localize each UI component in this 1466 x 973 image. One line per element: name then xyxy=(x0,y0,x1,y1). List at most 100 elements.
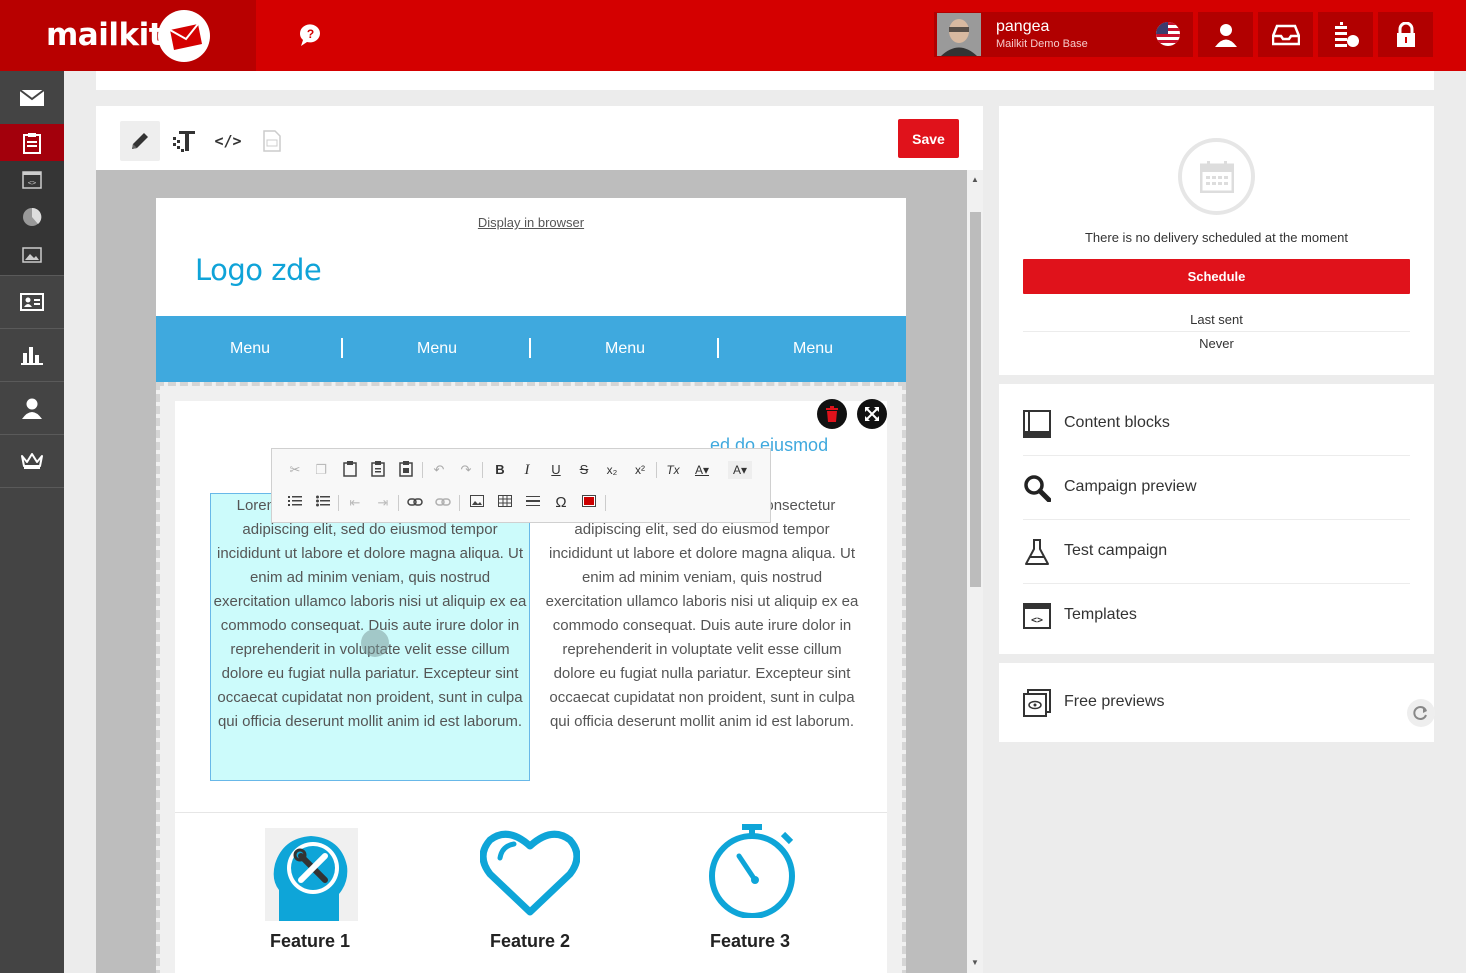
document-icon xyxy=(263,130,281,152)
feature-title: Feature 1 xyxy=(269,931,351,951)
template-icon: <> xyxy=(22,170,42,189)
template-code-icon: <> xyxy=(1023,602,1051,630)
scroll-up-icon[interactable]: ▲ xyxy=(971,175,979,184)
schedule-button[interactable]: Schedule xyxy=(1023,259,1410,294)
code-button[interactable]: </> xyxy=(208,121,248,161)
email-menu-item[interactable]: Menu xyxy=(719,340,907,358)
underline-icon[interactable]: U xyxy=(547,461,565,479)
editor-scrollbar[interactable]: ▲ ▼ xyxy=(967,170,983,973)
preview-eye-icon xyxy=(1023,689,1051,717)
rich-text-toolbar: ✂ ❐ ↶ ↷ B I U S x₂ x² Tx A▾ A▾ ⇤ ⇥ Ω xyxy=(271,448,771,523)
link-icon[interactable] xyxy=(406,494,424,512)
crown-icon xyxy=(21,453,43,469)
edit-marker-icon[interactable] xyxy=(361,629,389,657)
outdent-icon[interactable]: ⇤ xyxy=(346,494,364,512)
email-canvas: Display in browser Logo zde Menu Menu Me… xyxy=(96,170,967,973)
svg-text:<>: <> xyxy=(28,179,36,187)
user-account[interactable]: pangea Mailkit Demo Base xyxy=(934,12,1193,57)
us-flag-icon[interactable] xyxy=(1156,22,1180,46)
no-delivery-message: There is no delivery scheduled at the mo… xyxy=(1084,230,1349,245)
nav-item-statistics[interactable] xyxy=(0,329,64,381)
free-previews-panel: Free previews xyxy=(999,663,1435,742)
background-color-icon[interactable]: A▾ xyxy=(728,461,752,479)
strikethrough-icon[interactable]: S xyxy=(575,461,593,479)
display-in-browser-link[interactable]: Display in browser xyxy=(156,215,906,230)
copy-icon[interactable]: ❐ xyxy=(312,461,330,479)
help-bubble-icon[interactable]: ? xyxy=(297,21,324,48)
delete-block-button[interactable] xyxy=(817,399,847,429)
profile-button[interactable] xyxy=(1198,12,1253,57)
nav-item-editor[interactable] xyxy=(0,124,64,161)
nav-item-images[interactable] xyxy=(0,235,64,275)
numbered-list-icon[interactable] xyxy=(286,494,304,512)
billing-button[interactable] xyxy=(1318,12,1373,57)
cut-icon[interactable]: ✂ xyxy=(286,461,304,479)
test-campaign-label: Test campaign xyxy=(1064,542,1168,559)
italic-icon[interactable]: I xyxy=(518,461,536,479)
font-color-icon[interactable]: A▾ xyxy=(690,461,714,479)
top-bar: mailkit ? pangea Mailkit Demo Base xyxy=(0,0,1466,71)
nav-item-reports[interactable] xyxy=(0,198,64,235)
nav-item-contacts[interactable] xyxy=(0,276,64,328)
text-format-icon xyxy=(173,131,195,152)
email-menu-item[interactable]: Menu xyxy=(531,340,719,358)
insert-media-icon[interactable] xyxy=(580,494,598,512)
campaign-preview-link[interactable]: Campaign preview xyxy=(1023,456,1410,520)
scroll-down-icon[interactable]: ▼ xyxy=(971,958,979,967)
nav-item-templates[interactable]: <> xyxy=(0,161,64,198)
content-blocks-link[interactable]: Content blocks xyxy=(1023,392,1410,456)
document-button[interactable] xyxy=(252,121,292,161)
unlink-icon[interactable] xyxy=(434,494,452,512)
insert-table-icon[interactable] xyxy=(496,494,514,512)
edit-mode-button[interactable] xyxy=(120,121,160,161)
redo-icon[interactable]: ↷ xyxy=(457,461,475,479)
free-previews-link[interactable]: Free previews xyxy=(1023,671,1435,735)
paste-icon[interactable] xyxy=(341,461,359,479)
text-column-right[interactable]: Lorem ipsum dolor sit amet, consectetur … xyxy=(542,494,862,734)
clear-format-icon[interactable]: Tx xyxy=(664,461,682,479)
undo-icon[interactable]: ↶ xyxy=(430,461,448,479)
flask-icon xyxy=(1023,538,1051,566)
content-blocks-icon xyxy=(1023,410,1051,438)
code-icon: </> xyxy=(214,132,242,150)
rte-divider xyxy=(338,495,339,511)
nav-item-users[interactable] xyxy=(0,382,64,434)
paste-word-icon[interactable] xyxy=(397,461,415,479)
inbox-button[interactable] xyxy=(1258,12,1313,57)
text-format-button[interactable] xyxy=(164,121,204,161)
insert-image-icon[interactable] xyxy=(468,494,486,512)
nav-divider xyxy=(0,487,64,488)
templates-link[interactable]: <> Templates xyxy=(1023,584,1410,648)
test-campaign-link[interactable]: Test campaign xyxy=(1023,520,1410,584)
save-button[interactable]: Save xyxy=(898,119,959,158)
email-logo[interactable]: Logo zde xyxy=(195,253,322,287)
profile-icon xyxy=(1214,23,1237,47)
scroll-thumb[interactable] xyxy=(970,212,981,587)
avatar xyxy=(937,13,981,56)
superscript-icon[interactable]: x² xyxy=(631,461,649,479)
billing-icon xyxy=(1334,21,1359,47)
nav-item-premium[interactable] xyxy=(0,435,64,487)
refresh-icon[interactable] xyxy=(1407,699,1435,727)
brand[interactable]: mailkit xyxy=(0,0,256,71)
bar-chart-icon xyxy=(21,347,43,365)
divider xyxy=(1023,331,1410,332)
rte-divider xyxy=(398,495,399,511)
email-menu-item[interactable]: Menu xyxy=(156,340,344,358)
move-block-button[interactable] xyxy=(857,399,887,429)
image-icon xyxy=(22,247,42,263)
subscript-icon[interactable]: x₂ xyxy=(603,461,621,479)
nav-item-campaigns[interactable] xyxy=(0,71,64,124)
special-char-icon[interactable]: Ω xyxy=(552,494,570,512)
indent-icon[interactable]: ⇥ xyxy=(374,494,392,512)
email-menu-item[interactable]: Menu xyxy=(343,340,531,358)
block-divider xyxy=(175,812,887,813)
logout-button[interactable] xyxy=(1378,12,1433,57)
left-navigation: <> xyxy=(0,71,64,973)
templates-label: Templates xyxy=(1064,606,1137,623)
horizontal-line-icon[interactable] xyxy=(524,494,542,512)
pie-chart-icon xyxy=(23,207,42,226)
bold-icon[interactable]: B xyxy=(491,461,509,479)
bullet-list-icon[interactable] xyxy=(314,494,332,512)
paste-text-icon[interactable] xyxy=(369,461,387,479)
